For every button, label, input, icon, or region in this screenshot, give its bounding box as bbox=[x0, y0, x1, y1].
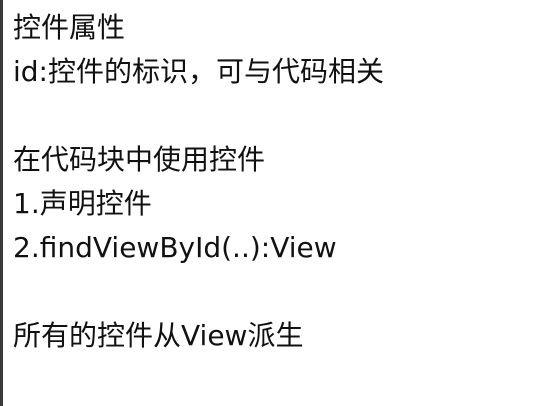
note-id-identifier: id:控件的标识，可与代码相关 bbox=[13, 55, 384, 88]
heading-use-in-code: 在代码块中使用控件 bbox=[13, 143, 266, 176]
heading-control-properties: 控件属性 bbox=[13, 11, 126, 44]
notes-page: 控件属性 id:控件的标识，可与代码相关 在代码块中使用控件 1.声明控件 2.… bbox=[0, 0, 556, 406]
left-border bbox=[0, 0, 3, 406]
step-declare-control: 1.声明控件 bbox=[13, 187, 152, 220]
note-derived-from-view: 所有的控件从View派生 bbox=[13, 319, 304, 352]
notes-content: 控件属性 id:控件的标识，可与代码相关 在代码块中使用控件 1.声明控件 2.… bbox=[13, 6, 548, 358]
step-find-view-by-id: 2.findViewById(..):View bbox=[13, 231, 337, 264]
